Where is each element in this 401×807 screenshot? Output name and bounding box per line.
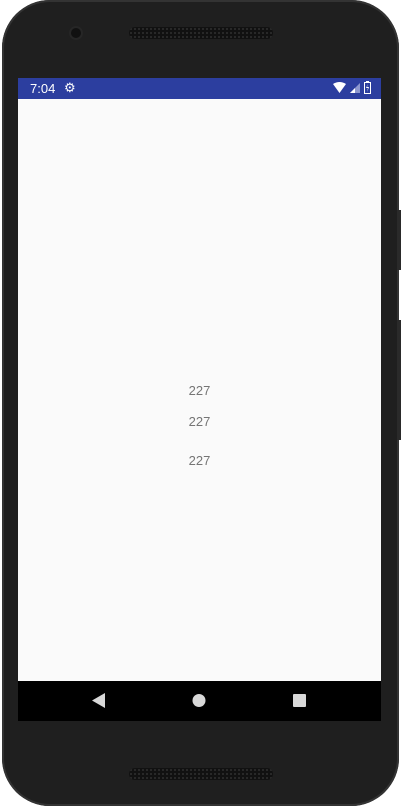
top-speaker	[129, 27, 273, 39]
value-text-1: 227	[188, 383, 211, 398]
home-icon[interactable]	[192, 693, 206, 708]
screen: 7:04 ⚙ 227 227 227	[18, 78, 381, 721]
bottom-speaker	[129, 768, 273, 780]
signal-icon	[350, 82, 360, 93]
volume-button[interactable]	[397, 210, 401, 270]
navigation-bar	[18, 681, 381, 721]
camera	[71, 28, 81, 38]
wifi-icon	[333, 82, 346, 93]
value-text-2: 227	[188, 414, 211, 429]
value-text-3: 227	[188, 453, 211, 468]
gear-icon: ⚙	[64, 80, 76, 95]
status-time: 7:04	[30, 81, 56, 96]
status-bar: 7:04 ⚙	[18, 78, 381, 99]
power-button[interactable]	[397, 320, 401, 440]
recents-icon[interactable]	[293, 693, 306, 708]
back-icon[interactable]	[92, 693, 105, 708]
battery-icon	[364, 81, 371, 94]
